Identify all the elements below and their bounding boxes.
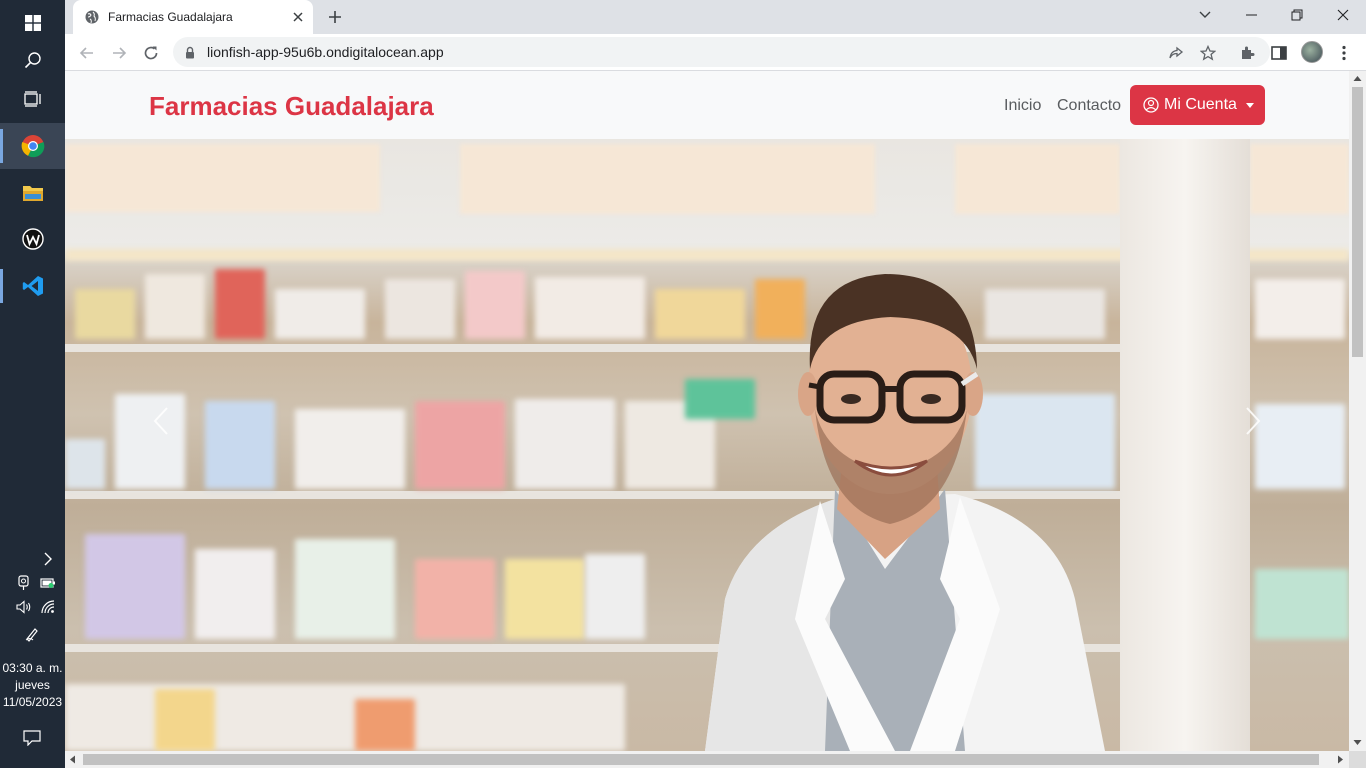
- horizontal-scroll-thumb[interactable]: [83, 754, 1319, 765]
- close-tab-icon[interactable]: [293, 12, 303, 22]
- minimize-icon[interactable]: [1228, 0, 1274, 30]
- account-label: Mi Cuenta: [1164, 96, 1237, 113]
- chrome-taskbar-icon[interactable]: [0, 123, 65, 169]
- pharmacist-photo: [705, 274, 1105, 751]
- bookmark-star-icon[interactable]: [1195, 40, 1221, 66]
- active-indicator: [0, 129, 3, 163]
- battery-icon[interactable]: [36, 571, 60, 595]
- pen-icon[interactable]: [20, 622, 44, 646]
- vscode-icon[interactable]: [0, 263, 65, 309]
- clock-date: 11/05/2023: [2, 695, 63, 709]
- profile-avatar[interactable]: [1301, 41, 1323, 63]
- windows-taskbar: 03:30 a. m. jueves 11/05/2023: [0, 0, 65, 768]
- account-dropdown-button[interactable]: Mi Cuenta: [1130, 85, 1265, 125]
- reload-icon[interactable]: [138, 40, 164, 66]
- tab-title: Farmacias Guadalajara: [108, 10, 233, 24]
- volume-icon[interactable]: [12, 595, 36, 619]
- caret-down-icon: [1245, 102, 1254, 108]
- url-text: lionfish-app-95u6b.ondigitalocean.app: [207, 44, 444, 60]
- close-window-icon[interactable]: [1320, 0, 1366, 30]
- carousel-prev-icon[interactable]: [141, 401, 181, 441]
- globe-icon: [85, 10, 99, 24]
- wamp-icon[interactable]: [0, 216, 65, 262]
- back-icon[interactable]: [74, 40, 100, 66]
- clock-day: jueves: [15, 678, 50, 692]
- address-bar[interactable]: lionfish-app-95u6b.ondigitalocean.app: [173, 37, 1270, 67]
- running-indicator: [0, 269, 3, 303]
- browser-toolbar: lionfish-app-95u6b.ondigitalocean.app: [65, 34, 1366, 71]
- tab-strip: Farmacias Guadalajara: [65, 0, 1366, 34]
- restore-icon[interactable]: [1274, 0, 1320, 30]
- file-explorer-icon[interactable]: [0, 170, 65, 216]
- browser-menu-icon[interactable]: [1331, 40, 1357, 66]
- scroll-down-icon[interactable]: [1353, 739, 1362, 746]
- extensions-icon[interactable]: [1235, 40, 1261, 66]
- browser-tab[interactable]: Farmacias Guadalajara: [73, 0, 313, 34]
- network-icon[interactable]: [36, 595, 60, 619]
- notification-icon[interactable]: [20, 726, 44, 750]
- meet-icon[interactable]: [12, 571, 36, 595]
- system-clock[interactable]: 03:30 a. m. jueves 11/05/2023: [0, 660, 65, 711]
- scrollbar-corner: [1349, 751, 1366, 768]
- hero-carousel: [65, 139, 1349, 751]
- carousel-next-icon[interactable]: [1233, 401, 1273, 441]
- page-viewport: Farmacias Guadalajara Inicio Contacto Mi…: [65, 71, 1349, 751]
- horizontal-scrollbar[interactable]: [65, 751, 1349, 768]
- new-tab-icon[interactable]: [323, 5, 347, 29]
- browser-window: Farmacias Guadalajara lionfish-app-95u6b…: [65, 0, 1366, 768]
- chevron-right-icon[interactable]: [36, 547, 60, 571]
- nav-link-home[interactable]: Inicio: [1004, 97, 1041, 115]
- share-icon[interactable]: [1163, 40, 1189, 66]
- site-navbar: Farmacias Guadalajara Inicio Contacto Mi…: [65, 71, 1349, 139]
- side-panel-icon[interactable]: [1266, 40, 1292, 66]
- vertical-scroll-thumb[interactable]: [1352, 87, 1363, 357]
- scroll-right-icon[interactable]: [1337, 755, 1344, 764]
- nav-link-contact[interactable]: Contacto: [1057, 97, 1121, 115]
- lock-icon[interactable]: [185, 46, 195, 59]
- forward-icon[interactable]: [106, 40, 132, 66]
- clock-time: 03:30 a. m.: [2, 661, 63, 675]
- vertical-scrollbar[interactable]: [1349, 71, 1366, 751]
- site-brand[interactable]: Farmacias Guadalajara: [149, 91, 434, 122]
- tab-search-icon[interactable]: [1182, 0, 1228, 30]
- scroll-up-icon[interactable]: [1353, 75, 1362, 82]
- scroll-left-icon[interactable]: [69, 755, 76, 764]
- task-view-icon[interactable]: [0, 76, 65, 122]
- user-circle-icon: [1143, 97, 1159, 113]
